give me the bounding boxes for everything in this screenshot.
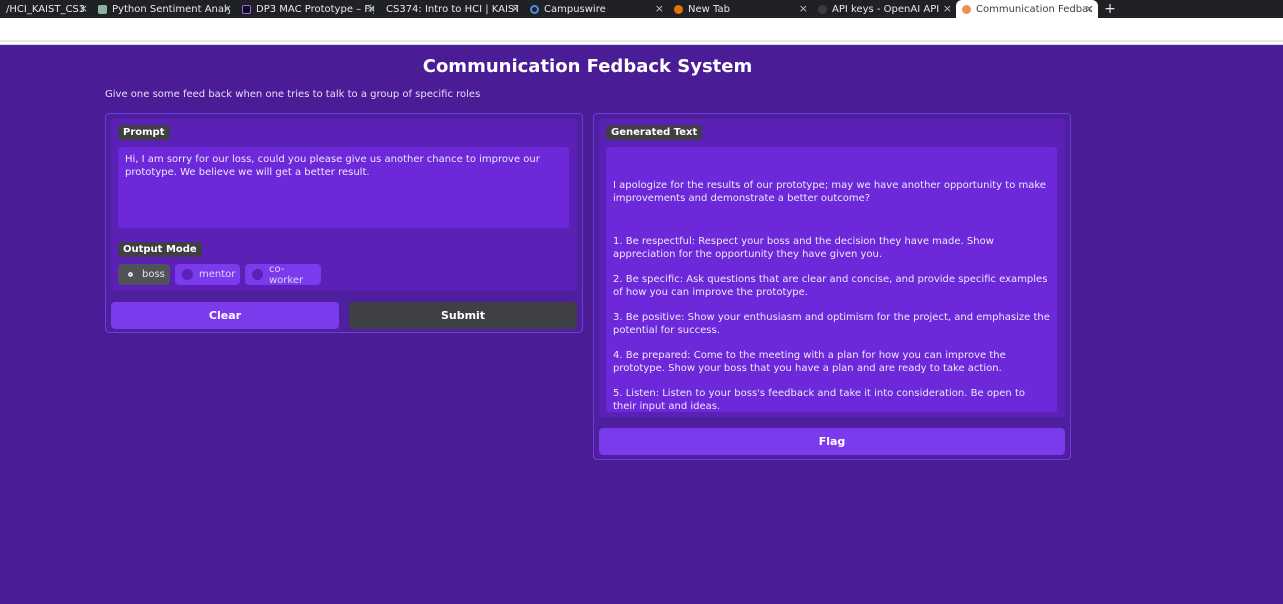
output-mode-label: Output Mode	[118, 242, 202, 257]
tab-title: CS374: Intro to HCI | KAIST S	[386, 3, 518, 15]
radio-unselected-icon	[252, 269, 263, 280]
tab-close-icon[interactable]: ×	[943, 2, 952, 16]
tab-title: Communication Fedback	[976, 3, 1092, 15]
tab-title: Python Sentiment Analys	[112, 3, 230, 15]
submit-button[interactable]: Submit	[349, 302, 577, 329]
tab-close-icon[interactable]: ×	[655, 2, 664, 16]
tab-close-icon[interactable]: ×	[1085, 2, 1094, 16]
tab-title: Campuswire	[544, 3, 606, 15]
browser-tab[interactable]: DP3 MAC Prototype – Fig ×	[236, 0, 380, 18]
clear-button[interactable]: Clear	[111, 302, 339, 329]
browser-tab[interactable]: Python Sentiment Analys ×	[92, 0, 236, 18]
browser-tab[interactable]: Campuswire ×	[524, 0, 668, 18]
tab-close-icon[interactable]: ×	[79, 2, 88, 16]
tab-title: API keys - OpenAI API	[832, 3, 940, 15]
generated-paragraph: 5. Listen: Listen to your boss's feedbac…	[613, 388, 1025, 412]
generated-text-label: Generated Text	[606, 125, 703, 140]
new-tab-icon[interactable]: +	[1098, 0, 1122, 18]
campuswire-favicon-icon	[530, 4, 539, 14]
tab-title: New Tab	[688, 3, 730, 15]
openai-favicon-icon	[818, 4, 827, 14]
firefox-favicon-icon	[674, 4, 683, 14]
generated-paragraph: I apologize for the results of our proto…	[613, 180, 1046, 204]
tab-title: DP3 MAC Prototype – Fig	[256, 3, 374, 15]
radio-label: co-worker	[269, 263, 304, 286]
generated-text-box: I apologize for the results of our proto…	[606, 147, 1057, 412]
app-favicon-icon	[962, 4, 971, 14]
browser-tab-active[interactable]: Communication Fedback ×	[956, 0, 1098, 18]
browser-tab[interactable]: CS374: Intro to HCI | KAIST S ×	[380, 0, 524, 18]
browser-tab[interactable]: New Tab ×	[668, 0, 812, 18]
radio-selected-icon	[125, 269, 136, 280]
browser-tab-bar: /HCI_KAIST_CS37 × Python Sentiment Analy…	[0, 0, 1283, 18]
tab-close-icon[interactable]: ×	[367, 2, 376, 16]
radio-label: mentor	[199, 269, 236, 280]
figma-favicon-icon	[242, 4, 251, 14]
toolbar-divider	[0, 40, 1283, 42]
page-title: Communication Fedback System	[422, 56, 753, 77]
generated-paragraph: 2. Be specific: Ask questions that are c…	[613, 274, 1048, 298]
prompt-label: Prompt	[118, 125, 170, 140]
radio-boss[interactable]: boss	[118, 264, 170, 285]
tab-close-icon[interactable]: ×	[799, 2, 808, 16]
radio-label: boss	[142, 269, 165, 280]
browser-tab[interactable]: /HCI_KAIST_CS37 ×	[0, 0, 92, 18]
tab-title: /HCI_KAIST_CS37	[6, 3, 86, 15]
prompt-textarea[interactable]: Hi, I am sorry for our loss, could you p…	[118, 147, 569, 228]
generated-paragraph: 1. Be respectful: Respect your boss and …	[613, 236, 994, 260]
radio-co-worker[interactable]: co-worker	[245, 263, 321, 286]
generated-paragraph: 4. Be prepared: Come to the meeting with…	[613, 350, 1006, 374]
radio-mentor[interactable]: mentor	[175, 264, 240, 285]
page-description: Give one some feed back when one tries t…	[105, 89, 481, 100]
tab-close-icon[interactable]: ×	[223, 2, 232, 16]
python-sentiment-favicon-icon	[98, 4, 107, 14]
browser-tab[interactable]: API keys - OpenAI API ×	[812, 0, 956, 18]
flag-button[interactable]: Flag	[599, 428, 1065, 455]
browser-toolbar	[0, 18, 1283, 45]
radio-unselected-icon	[182, 269, 193, 280]
tab-close-icon[interactable]: ×	[511, 2, 520, 16]
generated-paragraph: 3. Be positive: Show your enthusiasm and…	[613, 312, 1050, 336]
